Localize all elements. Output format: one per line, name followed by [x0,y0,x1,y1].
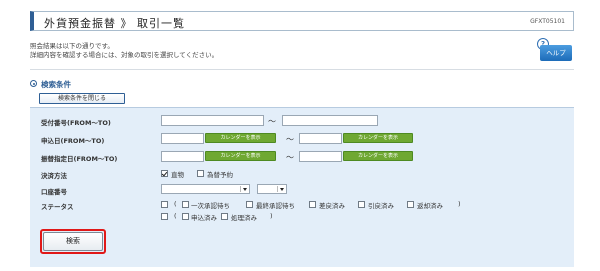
settlement-method-label: 決済方法 [41,172,67,180]
chevron-down-icon [240,186,248,192]
status-checkbox[interactable] [309,201,316,208]
account-no-label: 口座番号 [41,188,67,196]
status-option-label: 返却済み [417,202,443,210]
status-option-label: 申込済み [191,214,217,222]
status-option-label: 処理済み [231,214,257,222]
application-date-label: 申込日(FROM〜TO) [41,137,105,145]
transfer-date-from-calendar-button[interactable]: カレンダーを表示 [205,151,276,161]
transfer-date-label: 振替指定日(FROM〜TO) [41,155,118,163]
search-conditions-panel [30,107,574,267]
status-option-label: 最終承認待ち [256,202,295,210]
receipt-no-from-input[interactable] [161,115,264,126]
transfer-date-from-input[interactable] [161,151,204,162]
page-header: 外貨預金振替 》 取引一覧 GFXT05101 [30,11,574,31]
screen-id: GFXT05101 [530,18,565,25]
application-date-to-calendar-button[interactable]: カレンダーを表示 [343,133,413,143]
application-date-to-input[interactable] [299,133,342,144]
status-checkbox[interactable] [246,201,253,208]
status-checkbox[interactable] [358,201,365,208]
status-option-label: 引戻済み [368,202,394,210]
range-tilde: 〜 [286,153,294,162]
status-option-label: 一次承認待ち [191,202,230,210]
close-search-conditions-button[interactable]: 検索条件を閉じる [39,93,125,104]
settlement-forward-checkbox[interactable] [197,170,204,177]
search-button[interactable]: 検索 [43,232,103,251]
status-close-paren: ) [270,212,273,220]
receipt-no-to-input[interactable] [282,115,378,126]
transfer-date-to-input[interactable] [299,151,342,162]
range-tilde: 〜 [286,135,294,144]
description-line-2: 詳細内容を確認する場合には、対象の取引を選択してください。 [30,51,219,59]
status-checkbox[interactable] [407,201,414,208]
settlement-spot-label: 直物 [171,171,184,179]
help-button[interactable]: ヘルプ [540,45,572,61]
status-open-paren: ( [174,212,177,220]
search-section-title: 検索条件 [41,80,71,89]
status-close-paren: ) [458,200,461,208]
divider [30,69,574,70]
receipt-no-label: 受付番号(FROM〜TO) [41,119,111,127]
application-date-from-input[interactable] [161,133,204,144]
status-checkbox[interactable] [221,213,228,220]
status-open-paren: ( [174,200,177,208]
account-sub-select[interactable] [257,184,287,194]
account-no-select[interactable] [161,184,250,194]
status-label: ステータス [41,203,74,211]
page-title: 外貨預金振替 》 取引一覧 [44,17,185,30]
status-option-label: 差戻済み [319,202,345,210]
status-all-row1-checkbox[interactable] [161,201,168,208]
status-all-row2-checkbox[interactable] [161,213,168,220]
application-date-from-calendar-button[interactable]: カレンダーを表示 [205,133,276,143]
range-tilde: 〜 [268,117,276,126]
settlement-forward-label: 為替予約 [207,171,233,179]
section-bullet-icon [30,80,37,87]
chevron-down-icon [277,186,285,192]
transfer-date-to-calendar-button[interactable]: カレンダーを表示 [343,151,413,161]
status-checkbox[interactable] [182,201,189,208]
status-checkbox[interactable] [182,213,189,220]
settlement-spot-checkbox[interactable] [161,170,168,177]
